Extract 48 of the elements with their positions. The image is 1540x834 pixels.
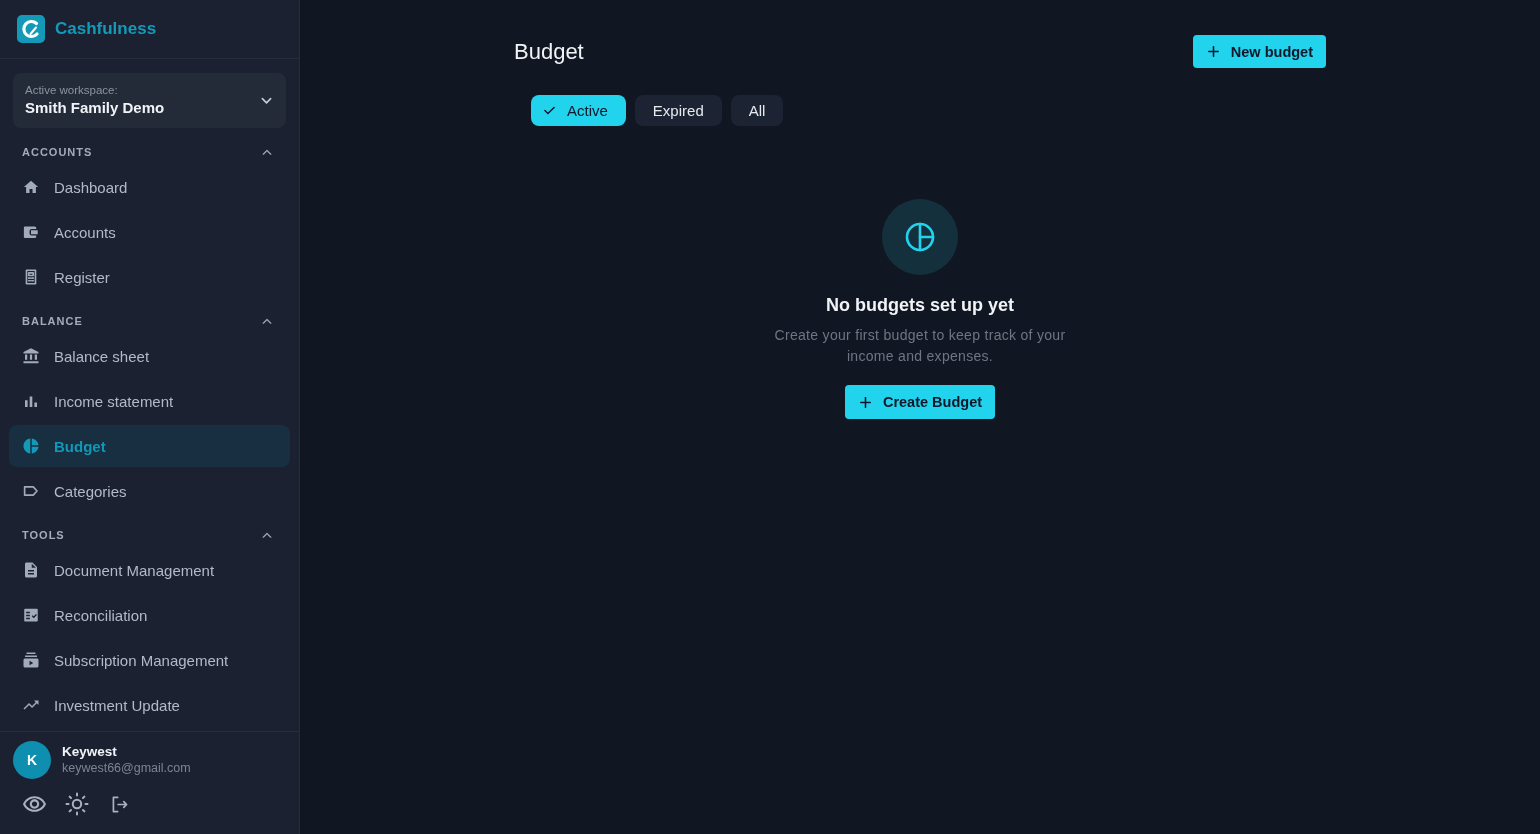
chevron-down-icon: [261, 96, 272, 105]
sidebar-item[interactable]: Investment Update: [9, 684, 290, 726]
empty-state-title: No budgets set up yet: [826, 294, 1014, 317]
sidebar-item[interactable]: Balance sheet: [9, 335, 290, 377]
home-icon: [22, 178, 40, 196]
bank-icon: [22, 347, 40, 365]
sidebar-item[interactable]: Budget: [9, 425, 290, 467]
sidebar-item[interactable]: Accounts: [9, 211, 290, 253]
chevron-up-icon[interactable]: [262, 317, 272, 325]
section-heading: ACCOUNTS: [22, 145, 93, 160]
sun-icon[interactable]: [65, 792, 89, 816]
sidebar-item[interactable]: Document Management: [9, 549, 290, 591]
logout-icon[interactable]: [112, 795, 128, 813]
plus-icon: [859, 396, 871, 408]
wallet-icon: [22, 223, 40, 241]
pie-chart-icon: [22, 437, 40, 455]
plus-icon: [1207, 46, 1219, 57]
workspace-name: Smith Family Demo: [25, 98, 166, 118]
new-budget-button[interactable]: New budget: [1192, 35, 1326, 68]
empty-state-description: Create your first budget to keep track of your income and expenses.: [773, 326, 1067, 366]
create-budget-button[interactable]: Create Budget: [844, 385, 996, 419]
filter-tab[interactable]: All: [730, 95, 784, 126]
section-heading: BALANCE: [22, 314, 83, 329]
logo-icon: [17, 15, 45, 43]
sidebar-item[interactable]: Reconciliation: [9, 594, 290, 636]
checklist-icon: [22, 606, 40, 624]
page-title: Budget: [514, 37, 584, 66]
document-icon: [22, 561, 40, 579]
workspace-selector[interactable]: Active workspace: Smith Family Demo: [13, 73, 286, 128]
app-name: Cashfulness: [55, 19, 157, 39]
user-name: Keywest: [62, 743, 118, 760]
user-avatar: K: [13, 741, 51, 779]
sidebar-item[interactable]: Subscription Management: [9, 639, 290, 681]
filter-tab[interactable]: Expired: [634, 95, 722, 126]
sidebar-item[interactable]: Dashboard: [9, 166, 290, 208]
media-stack-icon: [22, 651, 40, 669]
section-heading: TOOLS: [22, 528, 65, 543]
chevron-up-icon[interactable]: [262, 148, 272, 156]
pie-chart-icon: [882, 199, 958, 275]
chevron-up-icon[interactable]: [262, 531, 272, 539]
workspace-label: Active workspace:: [25, 83, 119, 97]
user-email: keywest66@gmail.com: [62, 760, 191, 777]
sidebar-item[interactable]: Register: [9, 256, 290, 298]
filter-tab[interactable]: Active: [531, 95, 626, 126]
sidebar-item[interactable]: Categories: [9, 470, 290, 512]
eye-icon[interactable]: [23, 796, 46, 812]
check-icon: [544, 106, 555, 115]
sidebar-item[interactable]: Income statement: [9, 380, 290, 422]
